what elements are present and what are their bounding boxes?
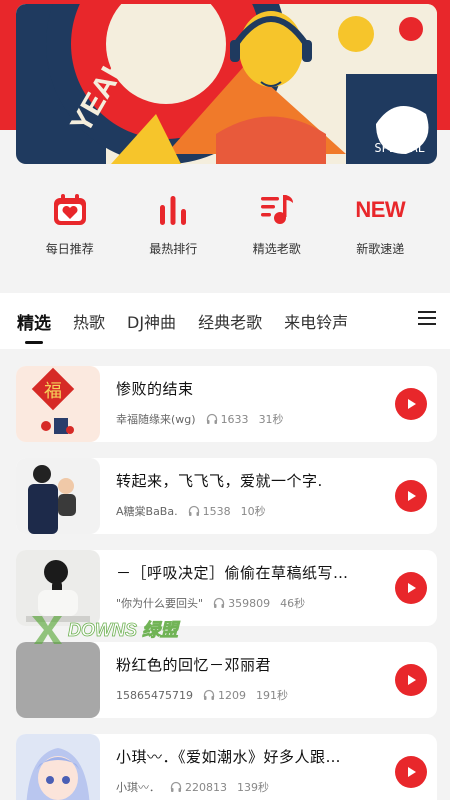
list-item[interactable]: －［呼吸决定］偷偷在草稿纸写… "你为什么要回头" 359809 46秒 bbox=[16, 550, 437, 626]
headphones-icon bbox=[203, 689, 215, 700]
quick-hot-ranking[interactable]: 最热排行 bbox=[128, 190, 218, 270]
song-title: 转起来，飞飞飞，爱就一个字. bbox=[116, 472, 323, 490]
list-item[interactable]: 粉红色的回忆－邓丽君 15865475719 1209 191秒 bbox=[16, 642, 437, 718]
song-duration: 10秒 bbox=[240, 505, 266, 518]
list-item[interactable]: 小琪〰．《爱如潮水》好多人跟… 小琪〰． 220813 139秒 bbox=[16, 734, 437, 800]
tab-dj[interactable]: DJ神曲 bbox=[127, 309, 176, 333]
song-duration: 139秒 bbox=[237, 781, 269, 794]
play-button[interactable] bbox=[395, 480, 427, 512]
song-cover bbox=[16, 458, 100, 534]
list-item[interactable]: 转起来，飞飞飞，爱就一个字. A糖棠BaBa. 1538 10秒 bbox=[16, 458, 437, 534]
headphones-icon bbox=[213, 597, 225, 608]
song-cover: 福 bbox=[16, 366, 100, 442]
song-artist: "你为什么要回头" bbox=[116, 597, 204, 610]
play-button[interactable] bbox=[395, 388, 427, 420]
headphones-icon bbox=[188, 505, 199, 516]
quick-label: 每日推荐 bbox=[45, 242, 94, 256]
bar-chart-icon bbox=[156, 190, 190, 230]
play-icon bbox=[408, 491, 416, 501]
quick-classic-songs[interactable]: 精选老歌 bbox=[232, 190, 322, 270]
headphones-icon bbox=[170, 781, 182, 792]
play-button[interactable] bbox=[395, 756, 427, 788]
song-cover bbox=[16, 734, 100, 800]
quick-label: 精选老歌 bbox=[252, 242, 301, 256]
song-duration: 191秒 bbox=[255, 689, 288, 702]
song-artist: A糖棠BaBa. bbox=[116, 505, 178, 518]
play-count: 359809 bbox=[228, 596, 271, 610]
category-tabs: 精选 热歌 DJ神曲 经典老歌 来电铃声 bbox=[0, 293, 450, 349]
quick-new-songs[interactable]: NEW 新歌速递 bbox=[335, 190, 425, 270]
play-count: 1538 bbox=[202, 504, 231, 518]
tab-featured[interactable]: 精选 bbox=[17, 309, 51, 344]
play-count: 220813 bbox=[185, 780, 227, 794]
song-artist: 小琪〰． bbox=[116, 781, 160, 794]
list-item[interactable]: 福 惨败的结束 幸福随缘来(wg) 1633 31秒 bbox=[16, 366, 437, 442]
song-cover bbox=[16, 550, 100, 626]
new-badge-icon: NEW bbox=[355, 190, 405, 230]
song-list: 福 惨败的结束 幸福随缘来(wg) 1633 31秒 转起来，飞飞飞，爱就一个字… bbox=[16, 366, 437, 800]
song-cover bbox=[16, 642, 100, 718]
svg-text:福: 福 bbox=[44, 381, 62, 402]
music-list-icon bbox=[259, 190, 295, 230]
play-button[interactable] bbox=[395, 572, 427, 604]
play-button[interactable] bbox=[395, 664, 427, 696]
promo-banner[interactable]: YEAH 2019 SPECIAL bbox=[16, 4, 437, 164]
quick-daily-recommend[interactable]: 每日推荐 bbox=[25, 190, 115, 270]
song-title: 粉红色的回忆－邓丽君 bbox=[116, 656, 272, 674]
play-icon bbox=[408, 583, 416, 593]
calendar-heart-icon bbox=[52, 190, 88, 230]
menu-icon[interactable] bbox=[418, 311, 436, 327]
headphones-icon bbox=[206, 413, 217, 424]
play-icon bbox=[408, 399, 416, 409]
quick-label: 最热排行 bbox=[149, 242, 198, 256]
song-artist: 15865475719 bbox=[116, 688, 193, 702]
play-icon bbox=[408, 767, 416, 777]
play-count: 1209 bbox=[217, 688, 246, 702]
play-count: 1633 bbox=[220, 412, 249, 426]
tab-ringtones[interactable]: 来电铃声 bbox=[284, 309, 348, 333]
play-icon bbox=[408, 675, 416, 685]
banner-year: 2019 SPECIAL bbox=[374, 128, 425, 155]
quick-entries: 每日推荐 最热排行 精选老歌 NEW 新歌速递 bbox=[0, 190, 450, 270]
song-duration: 31秒 bbox=[258, 413, 284, 426]
tab-classic[interactable]: 经典老歌 bbox=[198, 309, 262, 333]
song-title: 惨败的结束 bbox=[116, 380, 194, 398]
tab-hot-songs[interactable]: 热歌 bbox=[73, 309, 105, 333]
quick-label: 新歌速递 bbox=[356, 242, 405, 256]
song-duration: 46秒 bbox=[280, 597, 306, 610]
song-title: －［呼吸决定］偷偷在草稿纸写… bbox=[116, 564, 349, 582]
song-title: 小琪〰．《爱如潮水》好多人跟… bbox=[116, 748, 342, 766]
song-artist: 幸福随缘来(wg) bbox=[116, 413, 196, 426]
new-badge-text: NEW bbox=[355, 197, 406, 222]
